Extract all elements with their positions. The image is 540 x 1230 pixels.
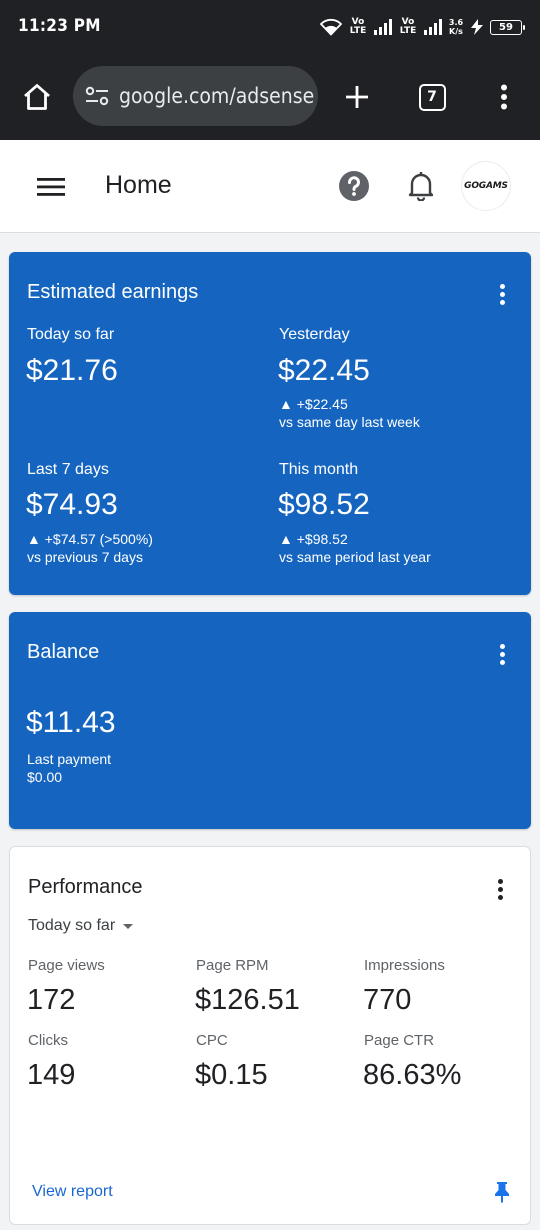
tab-switcher-button[interactable]: 7 <box>413 78 451 116</box>
view-report-link[interactable]: View report <box>32 1183 113 1201</box>
account-avatar[interactable]: GOGAMS <box>461 161 511 211</box>
metric-value: 149 <box>27 1059 76 1091</box>
metric-value: 770 <box>363 984 412 1016</box>
metric-value: $0.15 <box>195 1059 268 1091</box>
today-label: Today so far <box>27 326 115 343</box>
performance-more-button[interactable] <box>497 879 503 900</box>
help-button[interactable] <box>337 169 371 203</box>
month-compare: vs same period last year <box>279 549 431 565</box>
more-vert-icon <box>501 84 507 110</box>
estimated-earnings-card[interactable]: Estimated earnings Today so far $21.76 Y… <box>9 252 531 595</box>
metric-value: $126.51 <box>195 984 300 1016</box>
last7-value: $74.93 <box>26 488 118 521</box>
bell-icon <box>408 172 434 201</box>
earnings-more-button[interactable] <box>499 284 505 305</box>
metric-label: Clicks <box>28 1032 68 1049</box>
date-range-label: Today so far <box>28 917 116 934</box>
metric-label: Page CTR <box>364 1032 435 1049</box>
last7-label: Last 7 days <box>27 461 109 478</box>
month-delta: ▲ +$98.52 <box>279 531 348 547</box>
signal-icon <box>374 19 392 35</box>
avatar-logo-text: GOGAMS <box>462 181 510 191</box>
last-payment-value: $0.00 <box>27 769 63 785</box>
pin-button[interactable] <box>494 1181 510 1208</box>
url-text: google.com/adsense <box>119 84 315 108</box>
month-value: $98.52 <box>278 488 370 521</box>
sim1-lte-label: Vo LTE <box>349 17 367 36</box>
yesterday-compare: vs same day last week <box>279 414 420 430</box>
sim2-lte-label: Vo LTE <box>399 17 417 36</box>
menu-button[interactable] <box>34 170 68 204</box>
help-icon <box>339 171 369 201</box>
network-speed: 3.6 K/s <box>448 18 464 36</box>
caret-down-icon <box>123 923 134 929</box>
app-header: Home GOGAMS <box>0 140 540 233</box>
tab-count: 7 <box>418 83 446 111</box>
yesterday-delta: ▲ +$22.45 <box>279 396 348 412</box>
notifications-button[interactable] <box>404 168 438 204</box>
last7-compare: vs previous 7 days <box>27 549 143 565</box>
metric-value: 172 <box>27 984 76 1016</box>
wifi-icon <box>320 18 342 36</box>
battery-indicator: 59 <box>490 19 525 35</box>
balance-card[interactable]: Balance $11.43 Last payment $0.00 <box>9 612 531 829</box>
plus-icon <box>346 86 368 108</box>
status-icons: Vo LTE Vo LTE 3.6 K/s 59 <box>320 14 525 40</box>
signal-icon <box>424 19 442 35</box>
home-button[interactable] <box>18 78 56 116</box>
yesterday-label: Yesterday <box>279 326 350 343</box>
performance-card[interactable]: Performance Today so far Page views 172 … <box>9 846 531 1225</box>
balance-value: $11.43 <box>26 706 116 739</box>
balance-card-title: Balance <box>27 641 100 663</box>
home-icon <box>24 84 50 110</box>
earnings-card-title: Estimated earnings <box>27 281 199 303</box>
status-time: 11:23 PM <box>18 16 101 36</box>
pin-icon <box>495 1182 509 1203</box>
metric-value: 86.63% <box>363 1059 462 1091</box>
metric-label: Page RPM <box>196 957 269 974</box>
hamburger-menu-icon <box>37 178 65 196</box>
metric-label: CPC <box>196 1032 228 1049</box>
page-title: Home <box>105 171 172 199</box>
performance-card-title: Performance <box>28 876 143 898</box>
browser-menu-button[interactable] <box>490 78 518 116</box>
new-tab-button[interactable] <box>340 78 374 116</box>
status-bar: 11:23 PM Vo LTE Vo LTE 3.6 K/s 59 <box>0 0 540 56</box>
site-settings-icon <box>85 86 109 106</box>
today-value: $21.76 <box>26 354 118 387</box>
last7-delta: ▲ +$74.57 (>500%) <box>27 531 153 547</box>
metric-label: Page views <box>28 957 105 974</box>
yesterday-value: $22.45 <box>278 354 370 387</box>
charging-icon <box>471 19 483 35</box>
browser-toolbar: google.com/adsense 7 <box>0 56 540 140</box>
date-range-dropdown[interactable]: Today so far <box>28 917 134 935</box>
last-payment-label: Last payment <box>27 751 112 767</box>
balance-more-button[interactable] <box>499 644 505 665</box>
metric-label: Impressions <box>364 957 445 974</box>
month-label: This month <box>279 461 359 478</box>
address-bar[interactable]: google.com/adsense <box>73 66 318 126</box>
